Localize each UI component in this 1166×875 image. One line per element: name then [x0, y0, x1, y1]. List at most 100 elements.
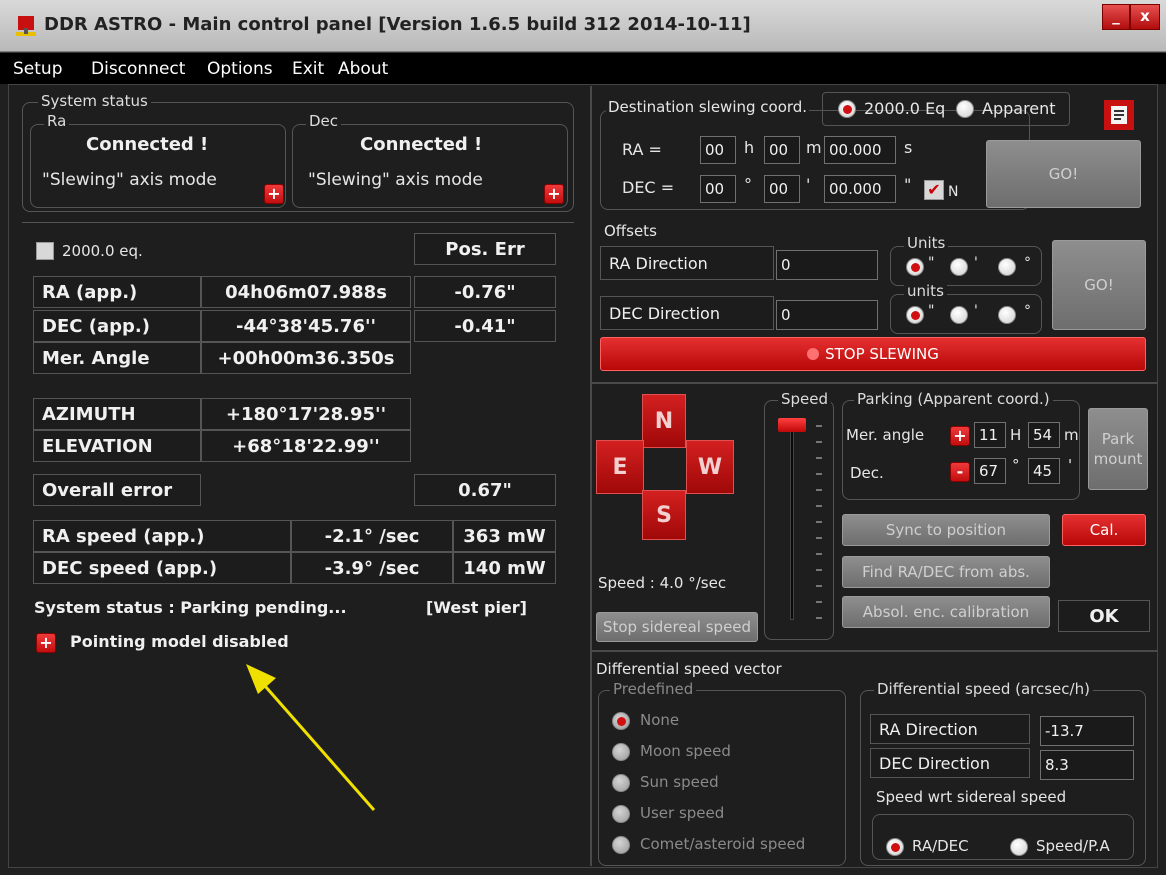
preset-user-label: User speed	[640, 804, 725, 822]
eq2000-checkbox[interactable]	[36, 242, 54, 260]
dec-unit-deg-label: °	[1024, 303, 1031, 319]
dec-unit-arcmin-label: '	[974, 303, 978, 319]
ra-expand-button[interactable]: +	[264, 184, 284, 204]
minimize-button[interactable]: _	[1102, 4, 1130, 30]
mer-angle-value: +00h00m36.350s	[201, 342, 411, 374]
radec-mode-label: RA/DEC	[912, 837, 969, 855]
dec-app-value: -44°38'45.76''	[201, 310, 411, 342]
dest-ra-minutes-input[interactable]: 00	[764, 136, 800, 164]
park-mount-button[interactable]: Park mount	[1088, 408, 1148, 490]
close-button[interactable]: x	[1130, 4, 1160, 30]
menu-about[interactable]: About	[338, 59, 388, 79]
dec-axis-mode: "Slewing" axis mode	[308, 170, 483, 190]
menu-exit[interactable]: Exit	[292, 59, 324, 79]
dec-legend: Dec	[306, 112, 342, 130]
stop-slewing-button[interactable]: STOP SLEWING	[600, 337, 1146, 371]
east-button[interactable]: E	[596, 440, 644, 494]
save-file-icon[interactable]	[1104, 100, 1134, 130]
speed-pa-mode-label: Speed/P.A	[1036, 837, 1110, 855]
park-mer-hours-input[interactable]: 11	[974, 422, 1006, 448]
dest-dec-seconds-input[interactable]: 00.000	[824, 175, 896, 203]
dest-dec-label: DEC =	[622, 178, 675, 197]
dec-expand-button[interactable]: +	[544, 184, 564, 204]
park-dec-sign-button[interactable]: -	[950, 462, 970, 482]
ra-pos-err: -0.76"	[414, 276, 556, 308]
destination-legend: Destination slewing coord.	[606, 98, 810, 116]
dest-ra-hours-input[interactable]: 00	[700, 136, 736, 164]
units-legend-1: Units	[904, 234, 949, 252]
preset-comet-radio[interactable]	[612, 836, 630, 854]
dec-unit-deg-radio[interactable]	[998, 306, 1016, 324]
preset-user-radio[interactable]	[612, 805, 630, 823]
dest-dec-degrees-input[interactable]: 00	[700, 175, 736, 203]
park-dec-degrees-input[interactable]: 67	[974, 458, 1006, 484]
speed-slider-ticks	[816, 425, 822, 619]
preset-none-label: None	[640, 711, 680, 729]
arcmin-unit: '	[806, 175, 811, 194]
annotation-arrow	[246, 664, 376, 811]
park-degree-unit: °	[1012, 456, 1020, 474]
menu-setup[interactable]: Setup	[13, 59, 62, 79]
south-button[interactable]: S	[642, 490, 686, 540]
units-legend-2: units	[904, 282, 947, 300]
ra-unit-deg-label: °	[1024, 255, 1031, 271]
sync-to-position-button[interactable]: Sync to position	[842, 514, 1050, 546]
dest-dec-minutes-input[interactable]: 00	[764, 175, 800, 203]
cal-button[interactable]: Cal.	[1062, 514, 1146, 546]
dec-unit-arcsec-radio[interactable]	[906, 306, 924, 324]
park-mer-minutes-input[interactable]: 54	[1028, 422, 1060, 448]
preset-sun-radio[interactable]	[612, 774, 630, 792]
system-status-legend: System status	[38, 92, 151, 110]
ra-unit-arcmin-radio[interactable]	[950, 258, 968, 276]
ra-unit-deg-radio[interactable]	[998, 258, 1016, 276]
eq2000-label: 2000.0 eq.	[62, 242, 143, 260]
park-mer-sign-button[interactable]: +	[950, 426, 970, 446]
diff-ra-input[interactable]: -13.7	[1040, 716, 1134, 746]
preset-moon-radio[interactable]	[612, 743, 630, 761]
dec-unit-arcmin-radio[interactable]	[950, 306, 968, 324]
offsets-legend: Offsets	[604, 222, 657, 240]
preset-none-radio[interactable]	[612, 712, 630, 730]
park-mer-label: Mer. angle	[846, 426, 925, 444]
overall-error-label: Overall error	[33, 474, 201, 506]
radec-mode-radio[interactable]	[886, 838, 904, 856]
pointing-model-button[interactable]: +	[36, 633, 56, 653]
window-title: DDR ASTRO - Main control panel [Version …	[44, 14, 751, 35]
ra-speed-value: -2.1° /sec	[291, 520, 453, 552]
predefined-legend: Predefined	[610, 680, 697, 698]
ra-unit-arcsec-radio[interactable]	[906, 258, 924, 276]
offset-dec-input[interactable]: 0	[776, 300, 878, 330]
park-arcmin-unit: '	[1068, 456, 1073, 474]
menu-bar: Setup Disconnect Options Exit About	[0, 52, 1166, 84]
park-dec-minutes-input[interactable]: 45	[1028, 458, 1060, 484]
ra-legend: Ra	[44, 112, 70, 130]
dest-ra-seconds-input[interactable]: 00.000	[824, 136, 896, 164]
diff-ra-label: RA Direction	[870, 714, 1030, 744]
apparent-radio[interactable]	[956, 100, 974, 118]
speed-slider-track[interactable]	[790, 424, 794, 620]
absolute-encoder-calibration-button[interactable]: Absol. enc. calibration	[842, 596, 1050, 628]
menu-options[interactable]: Options	[207, 59, 273, 79]
diff-speed-legend: Differential speed (arcsec/h)	[874, 680, 1093, 698]
menu-disconnect[interactable]: Disconnect	[91, 59, 185, 79]
arcsec-unit: "	[904, 175, 912, 194]
offset-go-button[interactable]: GO!	[1052, 240, 1146, 330]
title-bar: DDR ASTRO - Main control panel [Version …	[0, 0, 1166, 52]
north-button[interactable]: N	[642, 394, 686, 448]
stop-icon	[807, 348, 820, 360]
elevation-label: ELEVATION	[33, 430, 201, 462]
speed-readout: Speed : 4.0 °/sec	[598, 574, 727, 592]
dest-go-button[interactable]: GO!	[986, 140, 1141, 208]
stop-sidereal-button[interactable]: Stop sidereal speed	[596, 612, 758, 642]
park-dec-label: Dec.	[850, 464, 884, 482]
eq2000-radio[interactable]	[838, 100, 856, 118]
west-button[interactable]: W	[686, 440, 734, 494]
speed-slider-thumb[interactable]	[778, 418, 806, 432]
diff-dec-input[interactable]: 8.3	[1040, 750, 1134, 780]
find-radec-button[interactable]: Find RA/DEC from abs.	[842, 556, 1050, 588]
dec-app-label: DEC (app.)	[33, 310, 201, 342]
preset-moon-label: Moon speed	[640, 742, 731, 760]
north-checkbox[interactable]: ✔	[924, 180, 944, 200]
offset-ra-input[interactable]: 0	[776, 250, 878, 280]
speed-pa-mode-radio[interactable]	[1010, 838, 1028, 856]
